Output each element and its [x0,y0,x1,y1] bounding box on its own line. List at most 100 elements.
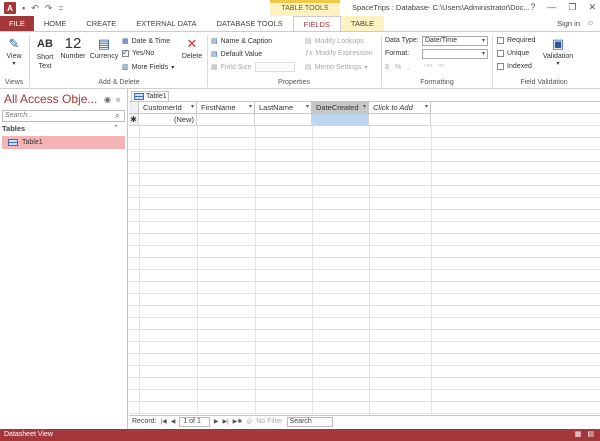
chevron-down-icon[interactable]: ▾ [249,102,252,113]
tab-external-data[interactable]: EXTERNAL DATA [126,16,206,31]
data-type-select[interactable]: Date/Time ▾ [422,36,488,46]
group-separator [207,35,208,87]
required-checkbox[interactable]: Required [497,37,535,44]
restore-icon[interactable]: ❐ [568,2,576,13]
decrease-decimals-icon: ⁰⁰ [438,64,445,71]
nav-search-input[interactable]: Search... [2,110,125,122]
number-button[interactable]: 12 Number [58,35,88,60]
nav-menu-icon[interactable]: ◉ [104,95,111,104]
tab-fields[interactable]: FIELDS [292,16,341,31]
gridline [197,126,198,415]
chevron-down-icon[interactable]: ▾ [425,102,428,113]
datasheet-view-icon[interactable]: ▦ [575,429,582,441]
cell-click-to-add[interactable] [369,114,431,126]
short-text-label: Short Text [36,54,54,70]
sign-in-link[interactable]: Sign in [557,16,580,31]
customize-qat-icon[interactable]: = [58,2,63,14]
memo-settings-icon: ▤ [305,64,312,71]
cell-lastname[interactable] [255,114,312,126]
delete-icon: ✕ [186,36,198,51]
date-time-button[interactable]: ▦ Date & Time [122,37,170,46]
format-select[interactable]: ▾ [422,49,488,59]
column-header-customerid[interactable]: CustomerId ▾ [139,102,197,114]
minimize-icon[interactable]: — [547,2,556,13]
group-separator [29,35,30,87]
help-icon[interactable]: ? [530,2,535,13]
user-icon[interactable]: ☺ [587,16,594,31]
nav-section-tables[interactable]: Tables ⌃ [2,124,125,134]
nav-pane-title[interactable]: All Access Obje... [4,92,97,106]
checkbox-icon [497,37,504,44]
next-record-icon[interactable]: ▶ [214,418,219,425]
datasheet-grid[interactable] [129,102,600,415]
indexed-label: Indexed [507,63,532,70]
chevron-down-icon: ▾ [171,64,175,71]
collapse-nav-icon[interactable]: « [116,95,120,104]
new-record-icon[interactable]: ▶✱ [233,418,243,425]
filter-status[interactable]: No Filter [256,418,282,425]
validation-button[interactable]: ▣ Validation ▾ [540,35,576,67]
design-view-icon[interactable]: ▤ [587,429,594,441]
short-text-button[interactable]: AB Short Text [33,35,57,71]
view-button[interactable]: ✎ View ▾ [3,35,25,67]
modify-expression-label: Modify Expression [315,50,373,57]
column-label: Click to Add [373,103,413,112]
nav-item-table1[interactable]: Table1 [2,136,125,149]
column-header-lastname[interactable]: LastName ▾ [255,102,312,114]
select-all-corner[interactable] [129,102,139,114]
collapse-section-icon[interactable]: ⌃ [113,124,119,132]
title-bar: A ▪ ↶ ↷ = TABLE TOOLS SpaceTrips : Datab… [0,0,600,16]
new-record-marker-icon[interactable]: ✱ [129,114,139,126]
current-record-input[interactable]: 1 of 1 [179,416,210,427]
column-header-datecreated[interactable]: DateCreated ▾ [312,102,369,114]
checkbox-icon [497,63,504,70]
status-text: Datasheet View [4,431,53,438]
cell-customerid[interactable]: (New) [139,114,197,126]
ribbon-tabs: FILE HOME CREATE EXTERNAL DATA DATABASE … [0,16,600,31]
percent-format-icon: % [394,63,402,71]
last-record-icon[interactable]: ▶| [222,418,228,425]
chevron-down-icon[interactable]: ▾ [306,102,309,113]
redo-icon[interactable]: ↷ [45,2,53,14]
gridline [255,126,256,415]
default-value-button[interactable]: ▤ Default Value [211,50,262,59]
table-tools-context-label: TABLE TOOLS [270,0,340,16]
search-icon[interactable]: ⌕ [115,111,119,121]
tab-database-tools[interactable]: DATABASE TOOLS [207,16,293,31]
tab-home[interactable]: HOME [34,16,77,31]
cell-firstname[interactable] [197,114,255,126]
unique-checkbox[interactable]: Unique [497,50,529,57]
previous-record-icon[interactable]: ◀ [171,418,176,425]
yes-no-button[interactable]: Yes/No [122,48,154,57]
record-search-input[interactable]: Search [286,416,333,427]
save-icon[interactable]: ▪ [22,2,25,14]
column-header-click-to-add[interactable]: Click to Add ▾ [369,102,431,114]
tab-table[interactable]: TABLE [340,16,385,31]
tab-file[interactable]: FILE [0,16,34,31]
modify-lookups-icon: ▤ [305,38,312,45]
tab-create[interactable]: CREATE [76,16,126,31]
navigation-pane: All Access Obje... ◉ « Search... ⌕ Table… [0,89,128,429]
column-header-firstname[interactable]: FirstName ▾ [197,102,255,114]
close-icon[interactable]: ✕ [588,2,596,13]
required-label: Required [507,37,536,44]
default-value-icon: ▤ [211,51,218,58]
name-caption-label: Name & Caption [220,37,272,45]
view-icon: ✎ [8,36,20,51]
cell-datecreated[interactable] [312,114,369,126]
first-record-icon[interactable]: |◀ [161,418,167,425]
chevron-down-icon[interactable]: ▾ [191,102,194,113]
document-tab-label: Table1 [146,93,167,100]
currency-label: Currency [89,53,119,60]
more-fields-button[interactable]: ▥ More Fields ▾ [122,63,175,72]
validation-label: Validation [542,53,574,60]
field-size-control: ▦ Field Size [211,63,251,72]
delete-button[interactable]: ✕ Delete [180,35,204,60]
name-caption-button[interactable]: ▤ Name & Caption [211,37,272,46]
gridline [139,126,140,415]
group-separator [492,35,493,87]
chevron-down-icon[interactable]: ▾ [363,102,366,113]
currency-button[interactable]: ▤ Currency [88,35,120,60]
undo-icon[interactable]: ↶ [31,2,39,14]
indexed-checkbox[interactable]: Indexed [497,63,532,70]
